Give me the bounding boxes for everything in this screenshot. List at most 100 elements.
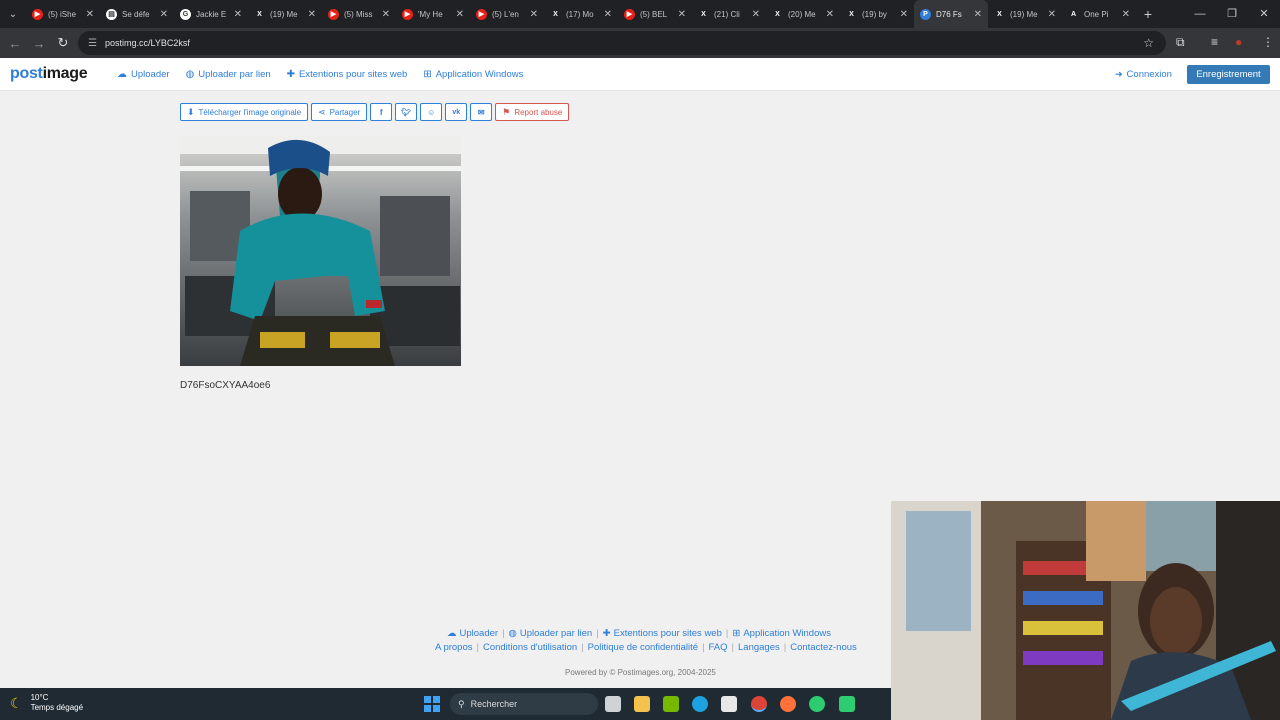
tab-close-icon[interactable]: ✕ (234, 9, 242, 20)
forward-button[interactable]: → (27, 36, 51, 51)
postimage-logo[interactable]: postimage (10, 65, 88, 83)
tab-close-icon[interactable]: ✕ (86, 9, 94, 20)
footer-link[interactable]: ◍ Uploader par lien (509, 628, 593, 639)
footer-link[interactable]: A propos (435, 642, 473, 653)
tab-close-icon[interactable]: ✕ (604, 9, 612, 20)
firefox-icon[interactable] (780, 696, 796, 712)
uploaded-image[interactable] (180, 136, 461, 366)
footer-link-label: Uploader (459, 628, 499, 639)
browser-tab[interactable]: ▶ (5) BEL ✕ (618, 0, 692, 28)
reload-button[interactable]: ↻ (51, 35, 75, 51)
tab-close-icon[interactable]: ✕ (308, 9, 316, 20)
back-button[interactable]: ← (3, 36, 27, 51)
extensions-icon[interactable]: ⧉ (1176, 35, 1185, 50)
nav-link[interactable]: ✚ Extentions pour sites web (287, 69, 408, 80)
task-view-icon[interactable] (605, 696, 621, 712)
browser-tab[interactable]: ▶ (5) Miss ✕ (322, 0, 396, 28)
address-bar[interactable]: ☰ postimg.cc/LYBC2ksf ☆ (78, 31, 1166, 55)
register-button[interactable]: Enregistrement (1187, 65, 1270, 84)
app-icon[interactable] (809, 696, 825, 712)
bookmark-star-icon[interactable]: ☆ (1143, 36, 1154, 50)
footer-links-secondary: A propos | Conditions d'utilisation | Politi… (435, 642, 857, 653)
weather-widget[interactable]: ☾ 10°C Temps dégagé (10, 693, 83, 713)
separator: | (596, 628, 599, 639)
minimize-button[interactable]: — (1184, 0, 1216, 28)
separator: | (476, 642, 479, 653)
tab-close-icon[interactable]: ✕ (826, 9, 834, 20)
download-label: Télécharger l'image originale (198, 107, 302, 117)
report-abuse-button[interactable]: ⚑ Report abuse (495, 103, 570, 121)
tab-favicon-icon: ▶ (402, 8, 413, 20)
start-button[interactable] (424, 696, 440, 712)
nav-link[interactable]: ⊞ Application Windows (423, 69, 523, 80)
nvidia-icon[interactable] (663, 696, 679, 712)
chrome-icon[interactable] (751, 696, 767, 712)
facebook-icon: f (379, 107, 383, 117)
browser-tab[interactable]: X (19) Me ✕ (988, 0, 1062, 28)
tab-close-icon[interactable]: ✕ (382, 9, 390, 20)
facebook-share-button[interactable]: f (370, 103, 393, 121)
nav-link-label: Uploader par lien (198, 69, 271, 80)
footer-link[interactable]: ☁ Uploader (447, 628, 498, 639)
footer-link[interactable]: Politique de confidentialité (588, 642, 698, 653)
tab-favicon-icon: ▶ (328, 8, 339, 20)
tab-close-icon[interactable]: ✕ (1122, 9, 1130, 20)
browser-tab[interactable]: X (21) Cli ✕ (692, 0, 766, 28)
browser-tab[interactable]: X (19) Me ✕ (248, 0, 322, 28)
footer-link[interactable]: Conditions d'utilisation (483, 642, 577, 653)
windows-taskbar: ☾ 10°C Temps dégagé ⚲ Rechercher (0, 688, 891, 720)
file-explorer-icon[interactable] (634, 696, 650, 712)
browser-menu-icon[interactable]: ⋮ (1262, 35, 1274, 49)
download-original-button[interactable]: ⬇ Télécharger l'image originale (180, 103, 309, 121)
tab-close-icon[interactable]: ✕ (456, 9, 464, 20)
browser-tab[interactable]: X (20) Me ✕ (766, 0, 840, 28)
browser-tab[interactable]: X (17) Mo ✕ (544, 0, 618, 28)
close-window-button[interactable]: ✕ (1248, 0, 1280, 28)
tab-title: (19) Me (1010, 9, 1038, 19)
tab-search-button[interactable]: ⌄ (0, 0, 26, 28)
site-info-icon[interactable]: ☰ (88, 38, 97, 49)
store-icon[interactable] (721, 696, 737, 712)
browser-tab[interactable]: ▶ (5) iShe ✕ (26, 0, 100, 28)
share-button[interactable]: ⋖ Partager (311, 103, 368, 121)
tab-close-icon[interactable]: ✕ (678, 9, 686, 20)
tab-close-icon[interactable]: ✕ (1048, 9, 1056, 20)
browser-tab[interactable]: A One Pi ✕ (1062, 0, 1136, 28)
taskbar-search[interactable]: ⚲ Rechercher (450, 693, 598, 715)
profile-avatar[interactable]: ● (1235, 35, 1242, 49)
login-link[interactable]: ➜ Connexion (1115, 69, 1172, 80)
nav-link[interactable]: ☁ Uploader (117, 69, 170, 80)
globe-icon: ◍ (185, 69, 195, 80)
nav-link[interactable]: ◍ Uploader par lien (186, 69, 271, 80)
tab-strip: ▶ (5) iShe ✕ ▤ Se défe ✕ G Jackie E ✕ X (19) Me ✕ ▶ (… (26, 0, 1136, 28)
reddit-share-button[interactable]: ☺ (420, 103, 443, 121)
new-tab-button[interactable]: + (1136, 6, 1160, 22)
browser-tab[interactable]: G Jackie E ✕ (174, 0, 248, 28)
edge-icon[interactable] (692, 696, 708, 712)
restore-button[interactable]: ❐ (1216, 0, 1248, 28)
tab-close-icon[interactable]: ✕ (160, 9, 168, 20)
footer-link[interactable]: Contactez-nous (790, 642, 857, 653)
browser-tab[interactable]: ▶ (5) L'en ✕ (470, 0, 544, 28)
vk-share-button[interactable]: vk (445, 103, 468, 121)
email-share-button[interactable]: ✉ (470, 103, 493, 121)
android-app-icon[interactable] (839, 696, 855, 712)
tab-title: Jackie E (196, 9, 227, 19)
flag-icon: ⚑ (502, 106, 511, 117)
tab-close-icon[interactable]: ✕ (900, 9, 908, 20)
browser-tab[interactable]: ▶ 'My He ✕ (396, 0, 470, 28)
twitter-share-button[interactable]: 🐦︎ (395, 103, 418, 121)
tab-close-icon[interactable]: ✕ (752, 9, 760, 20)
footer-link[interactable]: ⊞ Application Windows (732, 628, 831, 639)
taskbar-search-label: Rechercher (470, 699, 518, 709)
media-icon[interactable]: ≡ (1211, 35, 1218, 49)
browser-tab[interactable]: ▤ Se défe ✕ (100, 0, 174, 28)
footer-link[interactable]: ✚ Extentions pour sites web (603, 628, 722, 639)
browser-tab[interactable]: P D76 Fs ✕ (914, 0, 988, 28)
tab-close-icon[interactable]: ✕ (530, 9, 538, 20)
footer-link[interactable]: Langages (738, 642, 780, 653)
footer-link[interactable]: FAQ (709, 642, 728, 653)
tab-title: (19) Me (270, 9, 298, 19)
tab-close-icon[interactable]: ✕ (974, 9, 982, 20)
browser-tab[interactable]: X (19) by ✕ (840, 0, 914, 28)
